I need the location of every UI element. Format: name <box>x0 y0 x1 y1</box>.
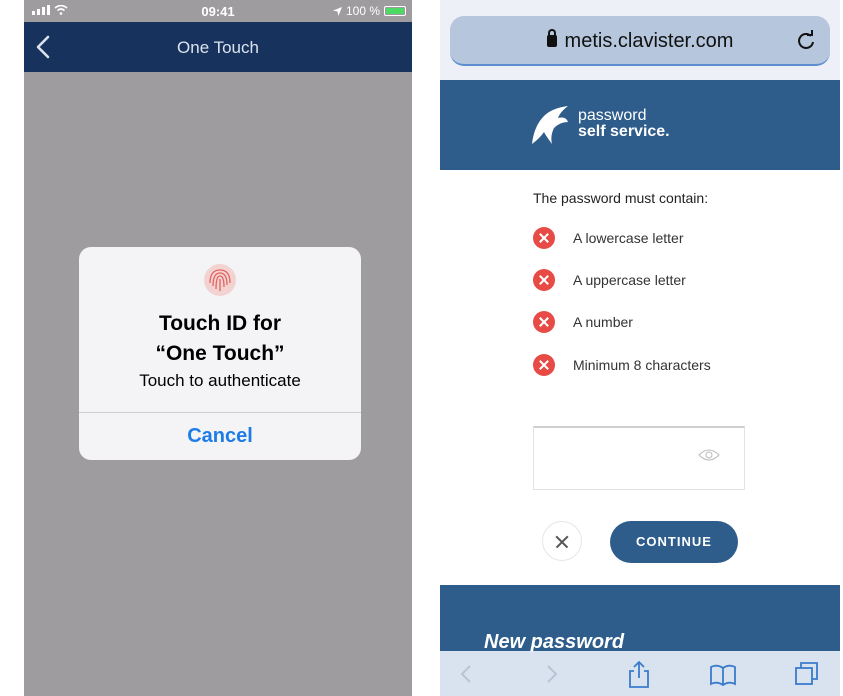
reload-icon[interactable] <box>796 30 816 50</box>
error-x-icon <box>533 227 555 249</box>
back-arrow-icon[interactable] <box>452 659 482 689</box>
continue-button[interactable]: CONTINUE <box>610 521 738 563</box>
error-x-icon <box>533 354 555 376</box>
forward-arrow-icon[interactable] <box>536 659 566 689</box>
clear-button[interactable] <box>542 521 582 561</box>
nav-bar: One Touch <box>24 22 412 72</box>
requirement-label: Minimum 8 characters <box>573 357 711 373</box>
requirement-label: A uppercase letter <box>573 272 686 288</box>
share-icon[interactable] <box>624 659 654 689</box>
url-display: metis.clavister.com <box>450 29 830 53</box>
dialog-message: Touch to authenticate <box>139 371 301 390</box>
requirement-label: A lowercase letter <box>573 230 684 246</box>
url-text: metis.clavister.com <box>564 30 734 52</box>
nav-title: One Touch <box>177 38 259 57</box>
requirement-item: A number <box>533 311 633 333</box>
error-x-icon <box>533 269 555 291</box>
touch-id-dialog: Touch ID for “One Touch” Touch to authen… <box>79 247 361 460</box>
cancel-button[interactable]: Cancel <box>79 413 361 460</box>
error-x-icon <box>533 311 555 333</box>
browser-toolbar <box>440 651 840 696</box>
dialog-title-line2: “One Touch” <box>155 342 285 365</box>
lock-icon <box>546 29 557 47</box>
password-input[interactable] <box>533 426 745 490</box>
battery-percent: 100 % <box>345 4 380 18</box>
requirements-title: The password must contain: <box>533 190 709 206</box>
browser-chrome: metis.clavister.com <box>440 0 840 80</box>
requirement-item: Minimum 8 characters <box>533 354 711 376</box>
requirement-label: A number <box>573 314 633 330</box>
fingerprint-icon <box>204 264 236 296</box>
bird-logo-icon <box>532 106 568 144</box>
dialog-title-line1: Touch ID for <box>158 312 282 335</box>
brand-line2: self service. <box>578 123 670 140</box>
battery-level-fill <box>386 8 404 14</box>
status-right-group: 100 % <box>332 4 406 18</box>
left-phone-screen: 09:41 100 % One Touch Touch ID for “One … <box>24 0 412 696</box>
tabs-icon[interactable] <box>792 659 822 689</box>
dialog-title: Touch ID for “One Touch” <box>79 309 361 369</box>
right-phone-screen: metis.clavister.com password self servic… <box>440 0 840 696</box>
status-bar: 09:41 100 % <box>24 0 412 22</box>
site-header: password self service. <box>440 80 840 170</box>
brand-line1: password <box>578 107 647 124</box>
location-arrow-icon <box>332 6 342 16</box>
brand-text: password self service. <box>578 108 670 140</box>
battery-icon <box>384 6 406 16</box>
eye-icon[interactable] <box>698 448 720 462</box>
address-bar[interactable]: metis.clavister.com <box>450 16 830 66</box>
bookmarks-icon[interactable] <box>708 659 738 689</box>
requirement-item: A lowercase letter <box>533 227 684 249</box>
requirement-item: A uppercase letter <box>533 269 686 291</box>
